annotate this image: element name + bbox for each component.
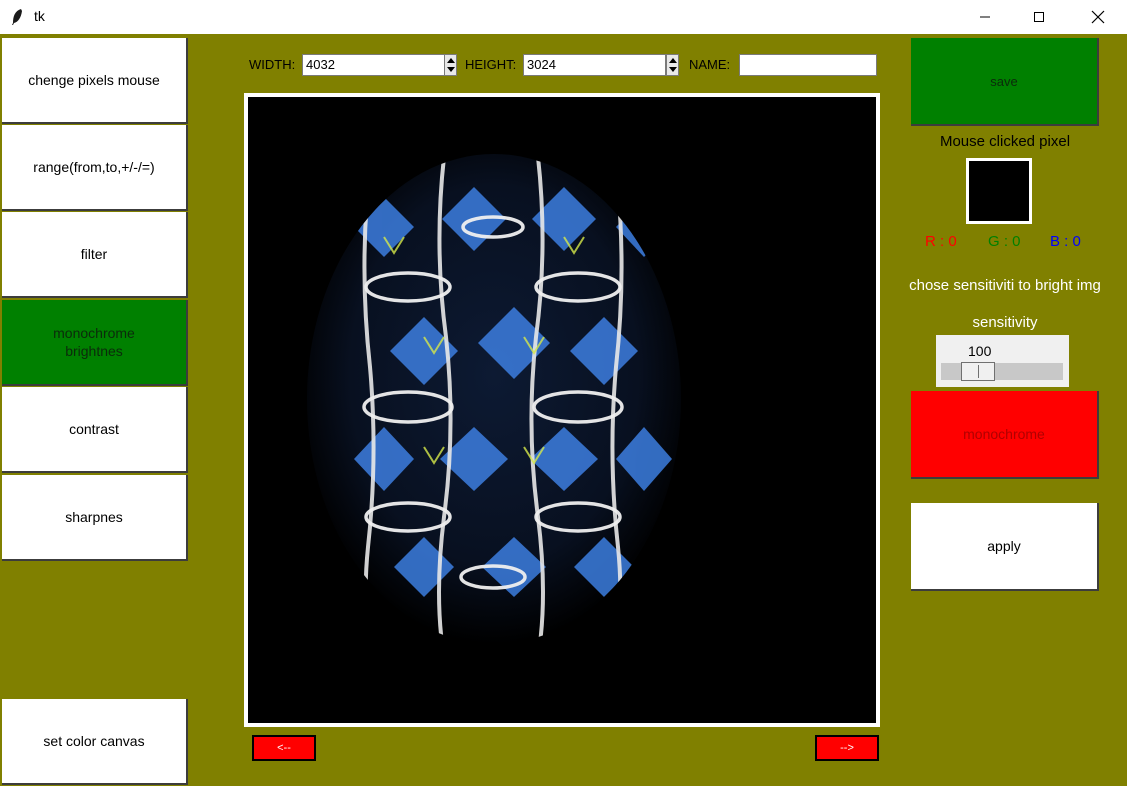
width-spin-arrows[interactable] [444,54,457,76]
sidebar-item-label: monochrome brightnes [53,325,135,359]
minimize-icon [980,16,990,18]
next-label: --> [840,742,854,754]
sensitivity-slider[interactable]: 100 [936,335,1069,387]
height-label: HEIGHT: [465,57,517,72]
next-image-button[interactable]: --> [815,735,879,761]
spin-down-icon[interactable] [669,67,677,72]
width-spinbox[interactable]: 4032 [302,54,445,76]
save-label: save [990,73,1018,89]
mouse-pixel-label: Mouse clicked pixel [939,133,1071,150]
sidebar-item-filter[interactable]: filter [2,212,188,298]
image-display[interactable] [248,97,876,723]
sensitivity-label: sensitivity [972,314,1038,331]
spin-up-icon[interactable] [669,58,677,63]
title-bar: tk [0,0,1127,34]
spin-down-icon[interactable] [447,67,455,72]
sensitivity-value: 100 [968,343,992,359]
height-spinbox[interactable]: 3024 [523,54,666,76]
sidebar-item-sharpness[interactable]: sharpnes [2,475,188,561]
sidebar-item-monochrome-brightness[interactable]: monochrome brightnes [2,300,188,386]
decorated-egg-image [307,154,681,644]
slider-thumb[interactable] [961,362,995,381]
prev-image-button[interactable]: <-- [252,735,316,761]
sidebar-item-label: chenge pixels mouse [28,72,160,88]
g-value: G : 0 [988,233,1021,250]
sidebar-item-range[interactable]: range(from,to,+/-/=) [2,125,188,211]
sensitivity-hint: chose sensitiviti to bright img [909,277,1101,294]
name-input[interactable] [739,54,877,76]
save-button[interactable]: save [911,38,1099,126]
set-color-canvas-label: set color canvas [43,733,145,749]
maximize-button[interactable] [1016,0,1062,34]
b-value: B : 0 [1050,233,1081,250]
name-label: NAME: [689,57,731,72]
sidebar-item-change-pixels-mouse[interactable]: chenge pixels mouse [2,38,188,124]
prev-label: <-- [277,742,291,754]
feather-icon [12,9,22,25]
apply-button[interactable]: apply [911,503,1099,591]
height-value: 3024 [527,57,556,72]
slider-track[interactable] [941,362,1063,381]
height-spin-arrows[interactable] [666,54,679,76]
close-button[interactable] [1075,0,1121,34]
maximize-icon [1034,12,1044,22]
clicked-pixel-swatch [966,158,1032,224]
width-value: 4032 [306,57,335,72]
apply-label: apply [987,538,1021,554]
image-canvas[interactable] [244,93,880,727]
monochrome-label: monochrome [963,426,1045,442]
minimize-button[interactable] [962,0,1008,34]
window-title: tk [34,8,45,24]
r-value: R : 0 [925,233,957,250]
sidebar-item-label: sharpnes [65,509,123,525]
monochrome-button[interactable]: monochrome [911,391,1099,479]
sidebar-item-label: range(from,to,+/-/=) [33,159,155,175]
spin-up-icon[interactable] [447,58,455,63]
close-icon [1091,10,1105,24]
sidebar-item-contrast[interactable]: contrast [2,387,188,473]
sidebar-item-label: contrast [69,421,119,437]
set-color-canvas-button[interactable]: set color canvas [2,699,188,785]
sidebar-item-label: filter [80,246,108,262]
width-label: WIDTH: [249,57,296,72]
